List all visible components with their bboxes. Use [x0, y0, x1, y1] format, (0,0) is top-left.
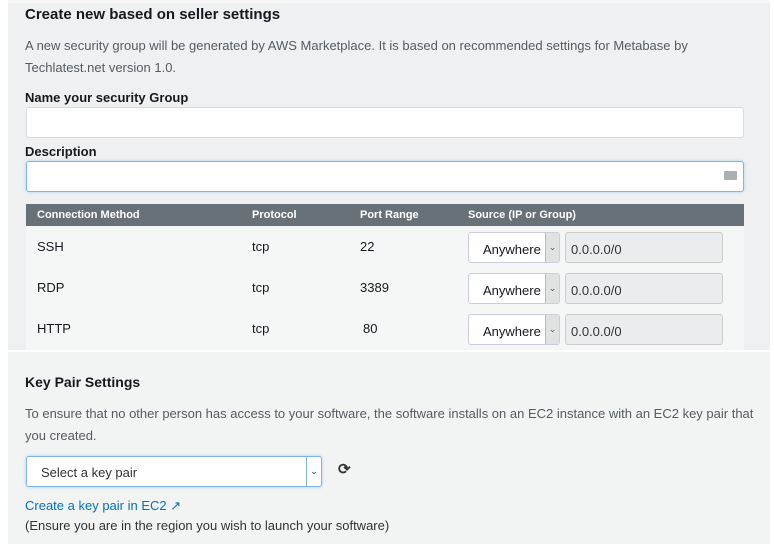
- ip-input: 0.0.0.0/0: [565, 314, 723, 345]
- method: SSH: [37, 239, 64, 254]
- create-key-pair-link[interactable]: Create a key pair in EC2 ↗: [25, 498, 181, 514]
- method: HTTP: [37, 321, 71, 336]
- port: 80: [363, 321, 378, 336]
- port: 3389: [360, 280, 389, 295]
- table-row: SSH tcp 22 Anywhere ⌄ 0.0.0.0/0: [26, 226, 744, 267]
- key-pair-section: Key Pair Settings To ensure that no othe…: [8, 352, 770, 544]
- create-key-pair-text: Create a key pair in EC2: [25, 498, 167, 513]
- region-note: (Ensure you are in the region you wish t…: [25, 518, 390, 533]
- source-select[interactable]: Anywhere ⌄: [468, 232, 560, 263]
- source-value: Anywhere: [483, 283, 541, 298]
- section-title: Create new based on seller settings: [25, 6, 281, 23]
- ip-input: 0.0.0.0/0: [565, 273, 723, 304]
- security-group-section: Create new based on seller settings A ne…: [8, 0, 770, 350]
- header-source: Source (IP or Group): [468, 209, 576, 221]
- key-pair-placeholder: Select a key pair: [41, 465, 138, 480]
- source-value: Anywhere: [483, 242, 541, 257]
- table-header: Connection Method Protocol Port Range So…: [26, 204, 744, 226]
- chevron-down-icon: ⌄: [545, 274, 559, 303]
- chevron-down-icon: ⌄: [545, 233, 559, 262]
- source-select[interactable]: Anywhere ⌄: [468, 273, 560, 304]
- external-link-icon: ↗: [170, 498, 182, 513]
- protocol: tcp: [252, 280, 270, 295]
- rules-table: Connection Method Protocol Port Range So…: [26, 204, 744, 350]
- security-group-name-input[interactable]: [26, 107, 744, 138]
- key-pair-description: To ensure that no other person has acces…: [25, 406, 754, 443]
- name-label: Name your security Group: [25, 90, 189, 105]
- key-pair-title: Key Pair Settings: [25, 374, 141, 390]
- protocol: tcp: [252, 239, 270, 254]
- refresh-icon[interactable]: ⟳: [338, 460, 351, 478]
- description-label: Description: [25, 144, 97, 159]
- table-row: RDP tcp 3389 Anywhere ⌄ 0.0.0.0/0: [26, 267, 744, 308]
- ip-input: 0.0.0.0/0: [565, 232, 723, 263]
- table-row: HTTP tcp 80 Anywhere ⌄ 0.0.0.0/0: [26, 308, 744, 349]
- header-protocol: Protocol: [252, 209, 297, 221]
- keyboard-icon: [724, 171, 737, 180]
- description-input[interactable]: [26, 161, 744, 192]
- header-connection-method: Connection Method: [37, 209, 140, 221]
- port: 22: [360, 239, 375, 254]
- chevron-down-icon: ⌄: [306, 457, 321, 486]
- chevron-down-icon: ⌄: [545, 315, 559, 344]
- header-port-range: Port Range: [360, 209, 419, 221]
- source-value: Anywhere: [483, 324, 541, 339]
- source-select[interactable]: Anywhere ⌄: [468, 314, 560, 345]
- method: RDP: [37, 280, 65, 295]
- protocol: tcp: [252, 321, 270, 336]
- key-pair-select[interactable]: Select a key pair ⌄: [26, 456, 322, 487]
- section-description: A new security group will be generated b…: [25, 38, 688, 75]
